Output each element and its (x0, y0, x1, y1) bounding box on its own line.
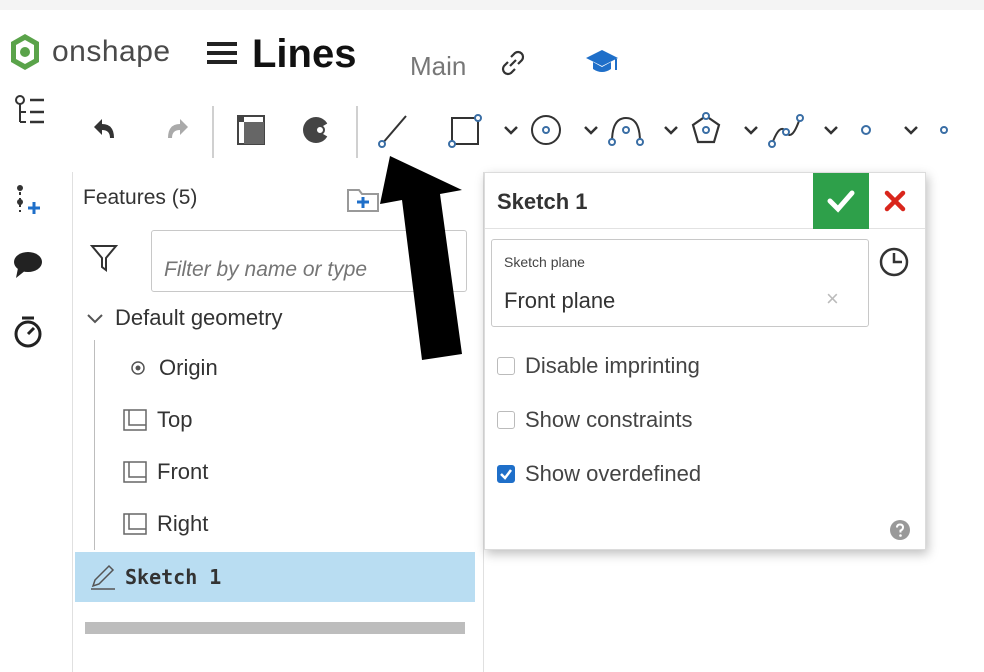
feature-list-icon[interactable] (12, 92, 52, 128)
section-view-icon[interactable] (296, 108, 336, 152)
show-constraints-option[interactable]: Show constraints (497, 405, 693, 435)
sketch-feature-label: Sketch 1 (125, 565, 222, 589)
item-label: Right (157, 511, 209, 536)
show-overdefined-checkbox[interactable] (497, 465, 515, 483)
toolbar-separator (356, 106, 358, 158)
list-item[interactable]: Top (73, 396, 473, 444)
menu-icon[interactable] (207, 42, 237, 64)
dialog-header: Sketch 1 (485, 173, 925, 229)
arc-tool-icon[interactable] (606, 108, 646, 152)
onshape-logo-icon (11, 34, 39, 70)
link-icon[interactable] (498, 48, 528, 78)
item-label: Origin (159, 355, 218, 380)
close-icon (884, 190, 906, 212)
plane-icon (123, 461, 147, 483)
sketch-toolbar (0, 92, 984, 172)
rectangle-tool-icon[interactable] (446, 108, 486, 152)
checkmark-icon (500, 469, 512, 480)
redo-icon[interactable] (158, 108, 194, 152)
features-header: Features (5) (83, 186, 198, 209)
chevron-down-icon[interactable] (500, 108, 522, 152)
graduation-cap-icon[interactable] (584, 46, 620, 78)
logo-text: onshape (52, 35, 171, 68)
toolbar-separator (212, 106, 214, 158)
chevron-down-icon[interactable] (580, 108, 602, 152)
annotation-arrow (380, 156, 462, 360)
help-icon[interactable] (889, 519, 911, 541)
view-normal-icon[interactable] (232, 108, 272, 152)
point-tool-icon[interactable] (846, 108, 886, 152)
disable-imprinting-checkbox[interactable] (497, 357, 515, 375)
option-label: Show overdefined (525, 461, 702, 486)
pencil-icon (91, 564, 115, 590)
clock-icon[interactable] (877, 245, 911, 279)
chevron-down-icon[interactable] (820, 108, 842, 152)
history-timer-icon[interactable] (12, 314, 52, 350)
list-item[interactable]: Front (73, 448, 473, 496)
rollback-bar[interactable] (85, 622, 465, 634)
cancel-button[interactable] (875, 181, 915, 221)
undo-icon[interactable] (88, 108, 124, 152)
left-rail (0, 95, 72, 672)
plane-icon (123, 409, 147, 431)
dialog-title: Sketch 1 (497, 189, 588, 214)
line-tool-icon[interactable] (374, 108, 414, 152)
document-title[interactable]: Lines (252, 32, 356, 77)
onshape-logo[interactable]: onshape (8, 32, 171, 72)
plane-icon (123, 513, 147, 535)
construction-tool-icon[interactable] (930, 108, 970, 152)
checkmark-icon (827, 190, 855, 213)
spline-tool-icon[interactable] (766, 108, 806, 152)
sketch-plane-field[interactable]: Sketch plane Front plane × (491, 239, 869, 327)
option-label: Disable imprinting (525, 353, 700, 378)
item-label: Front (157, 459, 209, 484)
sketch-feature-row[interactable]: Sketch 1 (75, 552, 475, 602)
option-label: Show constraints (525, 407, 693, 432)
accept-button[interactable] (813, 173, 869, 229)
clear-icon[interactable]: × (826, 286, 839, 312)
filter-icon[interactable] (89, 242, 119, 274)
item-label: Top (157, 407, 193, 432)
group-label: Default geometry (115, 305, 283, 330)
chevron-down-icon[interactable] (83, 306, 107, 330)
origin-icon (131, 361, 145, 375)
top-bar: onshape Lines Main (0, 0, 984, 92)
sketch-dialog: Sketch 1 Sketch plane Front plane × Disa… (484, 172, 926, 550)
chevron-down-icon[interactable] (660, 108, 682, 152)
branch-label[interactable]: Main (410, 51, 466, 82)
chevron-down-icon[interactable] (900, 108, 922, 152)
comments-icon[interactable] (12, 248, 52, 284)
chevron-down-icon[interactable] (740, 108, 762, 152)
circle-tool-icon[interactable] (526, 108, 566, 152)
sketch-plane-label: Sketch plane (504, 254, 585, 270)
list-item[interactable]: Right (73, 500, 473, 548)
polygon-tool-icon[interactable] (686, 108, 726, 152)
show-constraints-checkbox[interactable] (497, 411, 515, 429)
add-variable-icon[interactable] (12, 182, 52, 218)
show-overdefined-option[interactable]: Show overdefined (497, 459, 701, 489)
disable-imprinting-option[interactable]: Disable imprinting (497, 351, 700, 381)
sketch-plane-value: Front plane (504, 288, 616, 313)
